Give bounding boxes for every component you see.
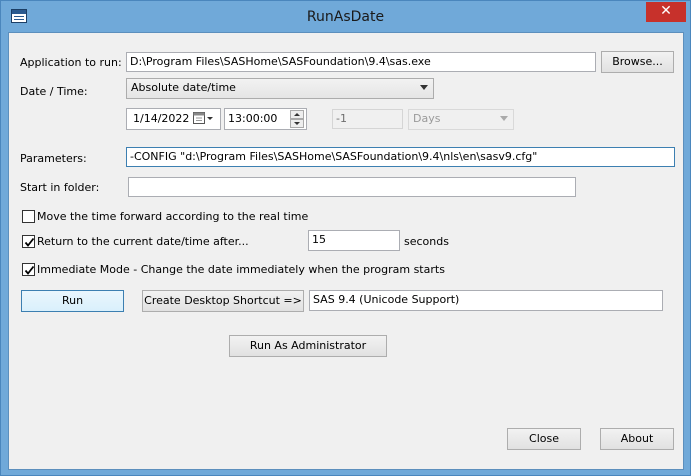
window-title: RunAsDate <box>306 9 385 25</box>
return-after-label: Return to the current date/time after... <box>37 235 249 248</box>
immediate-mode-label: Immediate Mode - Change the date immedia… <box>37 263 445 276</box>
close-window-icon[interactable]: ✕ <box>646 2 686 22</box>
offset-unit-dropdown[interactable]: Days <box>408 109 514 130</box>
title-bar[interactable]: RunAsDate ✕ <box>1 1 690 33</box>
start-folder-field[interactable] <box>128 177 576 197</box>
seconds-label: seconds <box>404 235 449 248</box>
move-time-forward-label: Move the time forward according to the r… <box>37 210 309 223</box>
time-value: 13:00:00 <box>228 112 278 125</box>
offset-unit-value: Days <box>413 112 441 125</box>
shortcut-name-field[interactable]: SAS 9.4 (Unicode Support) <box>309 290 663 311</box>
time-spinner[interactable] <box>290 110 304 128</box>
application-path-field[interactable]: D:\Program Files\SASHome\SASFoundation\9… <box>126 52 596 72</box>
checkmark-icon <box>24 237 35 247</box>
date-picker[interactable]: 1/14/2022 <box>126 108 221 130</box>
calendar-icon[interactable] <box>193 112 215 129</box>
checkmark-icon <box>24 265 35 275</box>
datetime-label: Date / Time: <box>20 85 88 98</box>
immediate-mode-checkbox[interactable] <box>22 263 35 276</box>
chevron-down-icon <box>500 116 508 121</box>
close-button[interactable]: Close <box>507 428 581 450</box>
run-button[interactable]: Run <box>21 290 124 312</box>
about-button[interactable]: About <box>600 428 674 450</box>
create-shortcut-button[interactable]: Create Desktop Shortcut => <box>142 290 304 312</box>
time-field[interactable]: 13:00:00 <box>224 108 307 130</box>
parameters-field[interactable]: -CONFIG "d:\Program Files\SASHome\SASFou… <box>126 147 675 167</box>
return-seconds-field[interactable]: 15 <box>308 230 400 251</box>
start-folder-label: Start in folder: <box>20 181 100 194</box>
parameters-label: Parameters: <box>20 152 87 165</box>
datetime-mode-value: Absolute date/time <box>131 81 236 94</box>
runasdate-window: RunAsDate ✕ Application to run: D:\Progr… <box>0 0 691 476</box>
move-time-forward-checkbox[interactable] <box>22 210 35 223</box>
return-after-checkbox[interactable] <box>22 235 35 248</box>
run-as-administrator-button[interactable]: Run As Administrator <box>229 335 387 357</box>
chevron-down-icon <box>420 85 428 90</box>
browse-button[interactable]: Browse... <box>601 51 674 73</box>
datetime-mode-dropdown[interactable]: Absolute date/time <box>126 78 434 99</box>
application-label: Application to run: <box>20 56 122 69</box>
offset-field[interactable]: -1 <box>332 109 403 129</box>
date-value: 1/14/2022 <box>133 112 190 125</box>
dialog-body: Application to run: D:\Program Files\SAS… <box>8 32 684 470</box>
